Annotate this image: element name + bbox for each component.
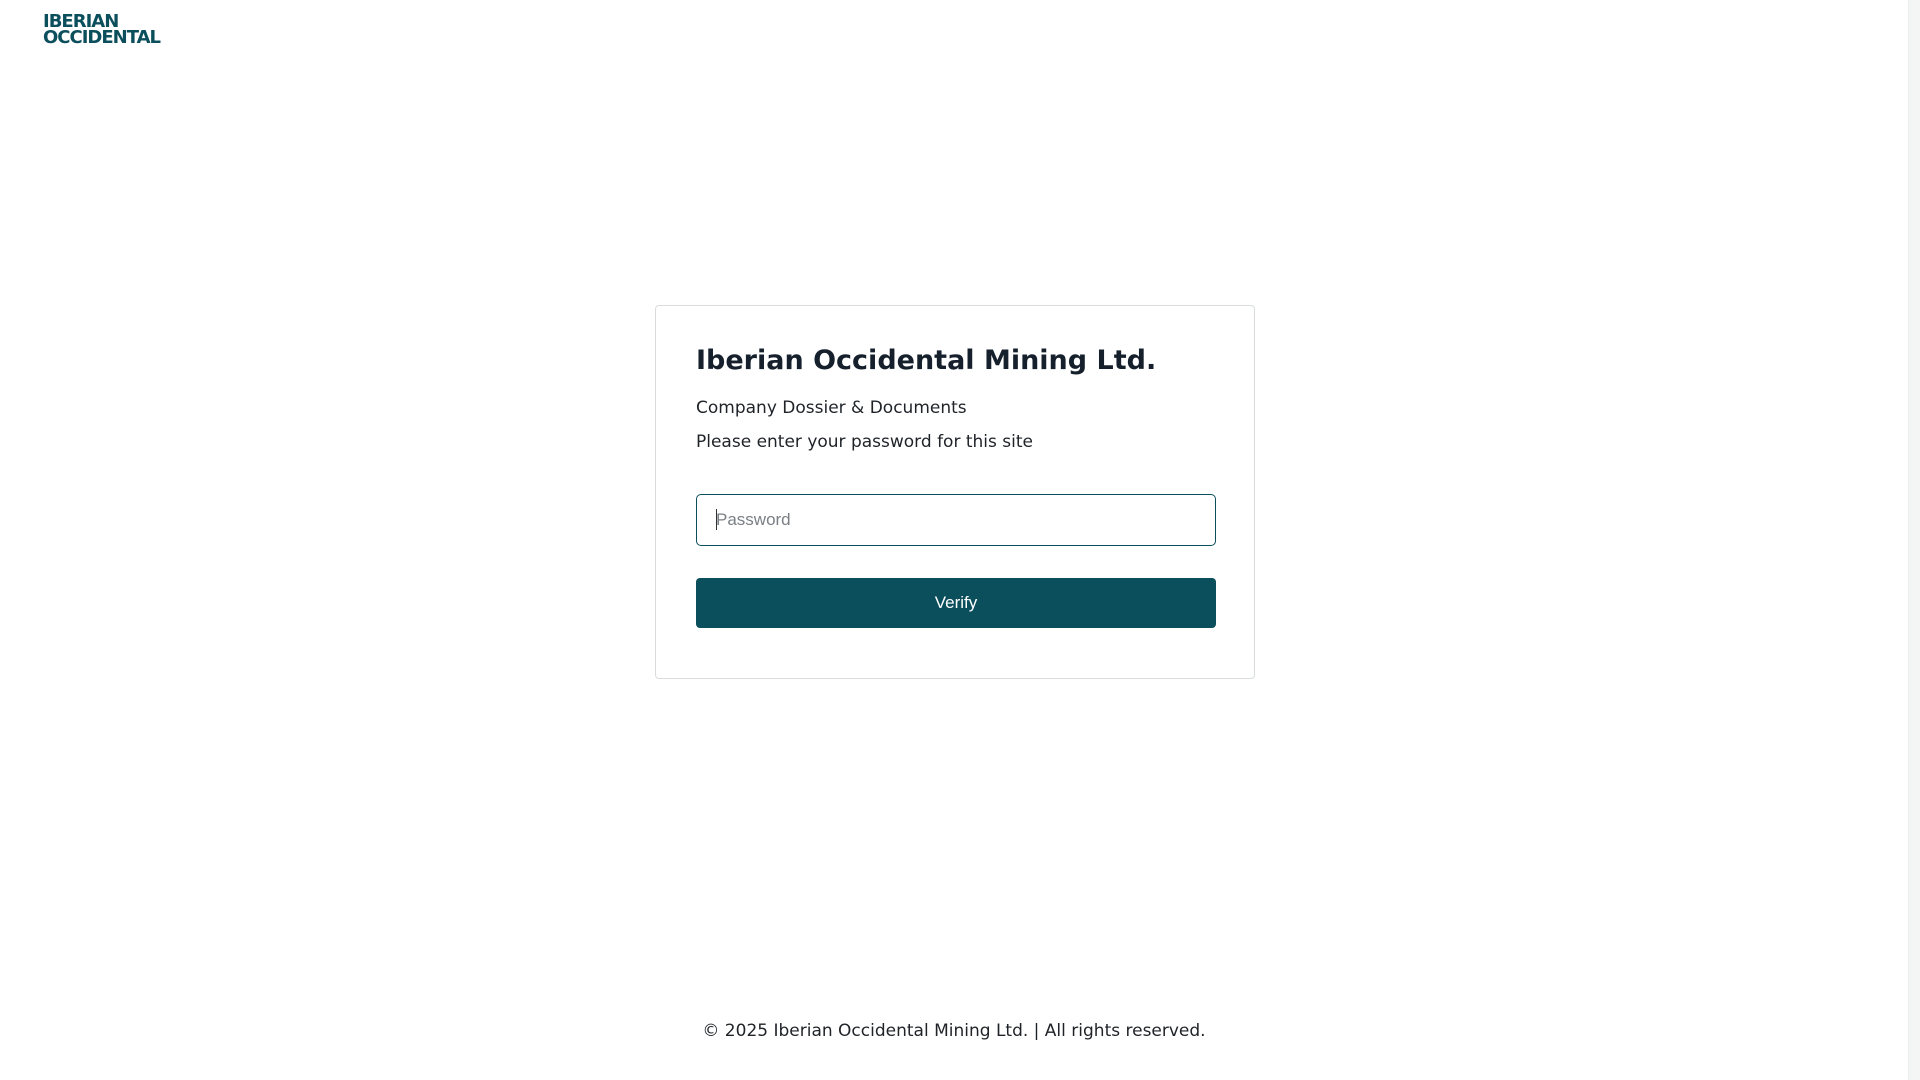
logo-line-2: OCCIDENTAL bbox=[43, 27, 161, 48]
password-gate-page: IBERIAN OCCIDENTAL Iberian Occidental Mi… bbox=[0, 0, 1908, 1080]
password-card: Iberian Occidental Mining Ltd. Company D… bbox=[655, 305, 1255, 679]
footer-copyright: © 2025 Iberian Occidental Mining Ltd. | … bbox=[702, 1021, 1206, 1041]
company-title: Iberian Occidental Mining Ltd. bbox=[696, 345, 1157, 376]
company-logo: IBERIAN OCCIDENTAL bbox=[43, 13, 161, 48]
password-prompt: Please enter your password for this site bbox=[696, 432, 1033, 452]
text-cursor bbox=[716, 509, 717, 530]
vertical-scrollbar[interactable] bbox=[1908, 0, 1920, 1080]
verify-button[interactable]: Verify bbox=[696, 578, 1216, 628]
browser-viewport: IBERIAN OCCIDENTAL Iberian Occidental Mi… bbox=[0, 0, 1920, 1080]
site-subtitle: Company Dossier & Documents bbox=[696, 398, 967, 418]
password-input[interactable] bbox=[696, 494, 1216, 546]
